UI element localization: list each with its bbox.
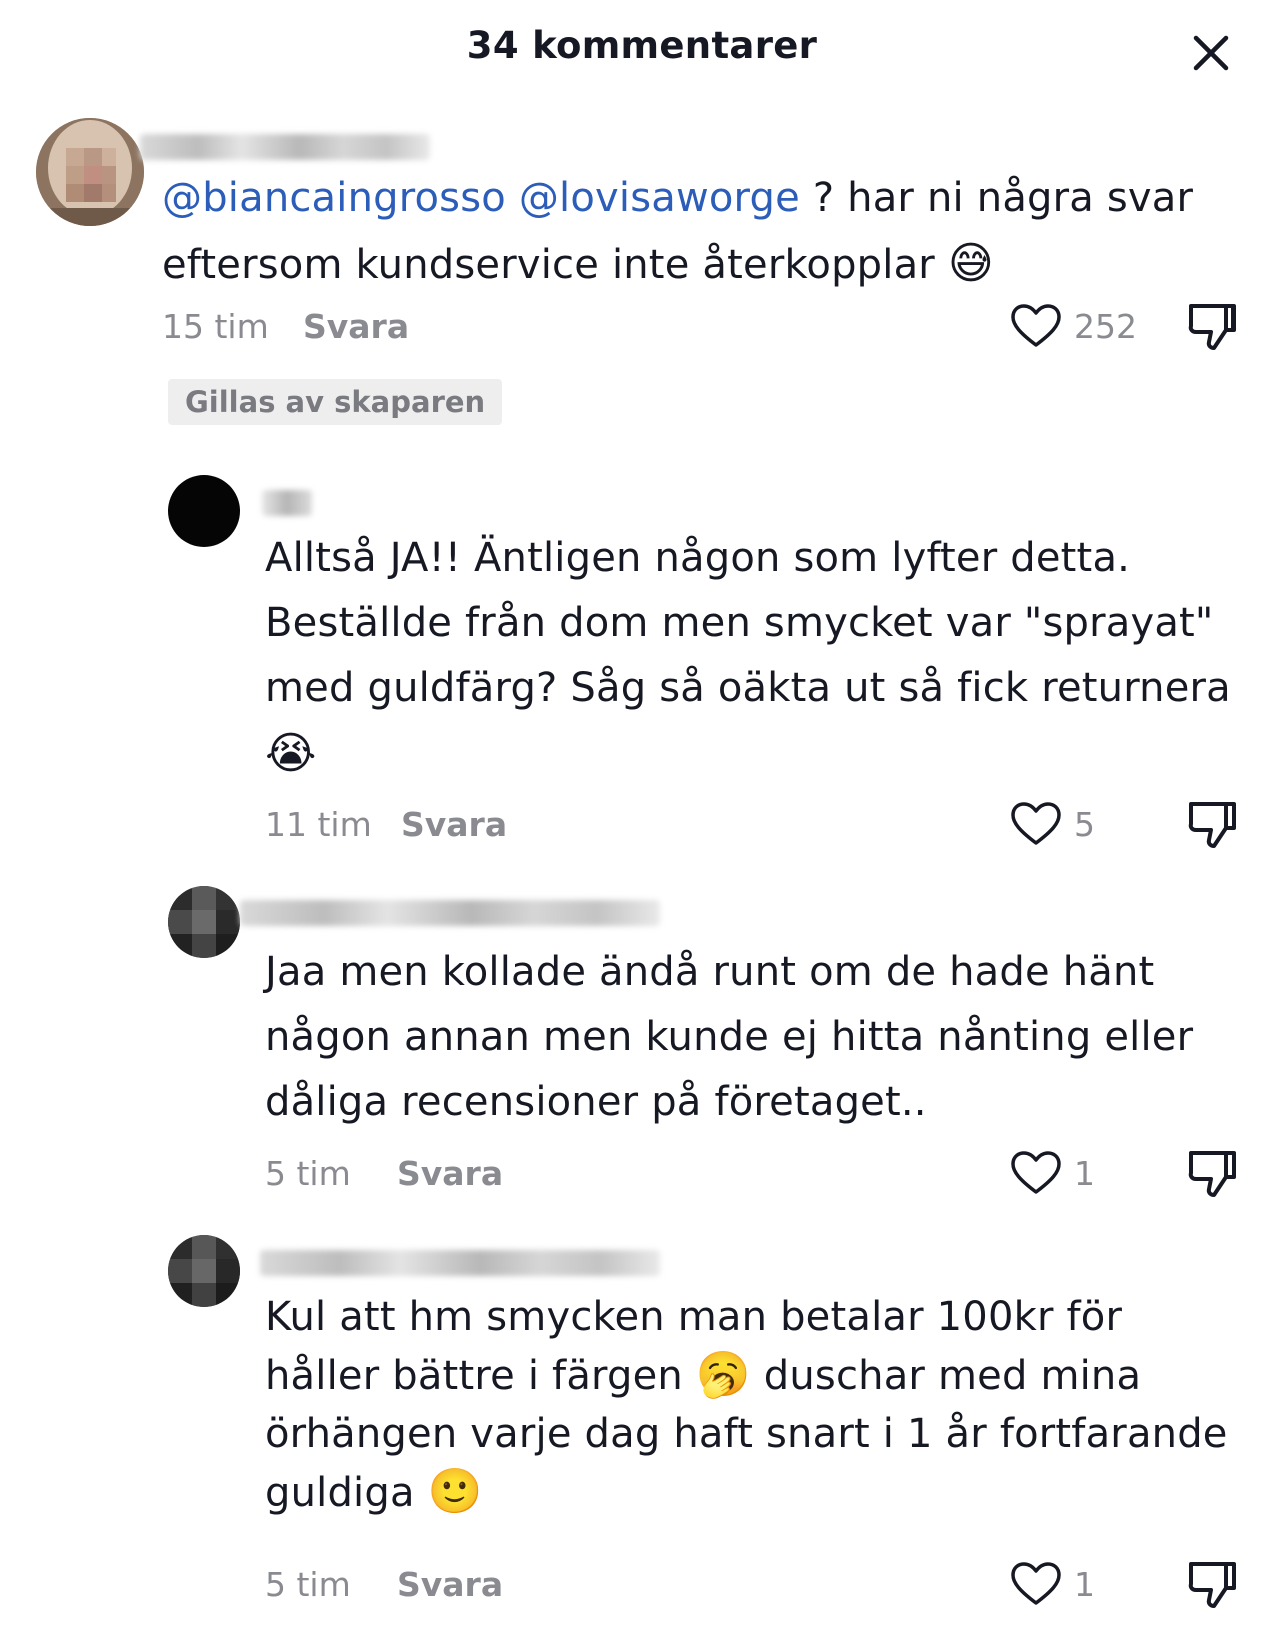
mention-link[interactable]: @biancaingrosso [162, 175, 506, 221]
like-button[interactable]: 1 [1010, 1558, 1095, 1610]
comment-meta: 15 tim Svara [162, 307, 409, 347]
like-count: 1 [1074, 1564, 1095, 1604]
dislike-button[interactable] [1186, 300, 1238, 352]
comment-time: 11 tim [265, 805, 372, 844]
comment-text: Jaa men kollade ändå runt om de hade hän… [265, 940, 1255, 1135]
comment-text: Alltså JA!! Äntligen någon som lyfter de… [265, 526, 1265, 788]
comment-meta: 5 tim Svara [265, 1565, 503, 1605]
comment-body: Kul att hm smycken man betalar 100kr för [265, 1294, 1123, 1340]
like-count: 252 [1074, 306, 1137, 346]
thumbs-down-icon [1188, 1562, 1236, 1608]
heart-outline-icon [1011, 304, 1061, 347]
mention-link[interactable]: @lovisaworge [519, 175, 800, 221]
thumbs-down-icon [1188, 304, 1236, 350]
emoji: 🙂 [427, 1466, 483, 1517]
avatar[interactable] [36, 118, 144, 226]
username-blurred[interactable] [260, 1250, 660, 1276]
comment-text: @biancaingrosso @lovisaworge ? har ni nå… [162, 166, 1232, 298]
heart-outline-icon [1011, 802, 1061, 845]
reply-button[interactable]: Svara [397, 1565, 503, 1605]
comment-text: Kul att hm smycken man betalar 100kr för… [265, 1288, 1265, 1522]
reply-button[interactable]: Svara [397, 1154, 503, 1194]
avatar[interactable] [168, 886, 240, 958]
dislike-button[interactable] [1186, 798, 1238, 850]
emoji: 😭 [265, 728, 317, 779]
comment-meta: 5 tim Svara [265, 1154, 503, 1194]
comment-time: 15 tim [162, 307, 269, 346]
reply-button[interactable]: Svara [401, 805, 507, 845]
like-button[interactable]: 252 [1010, 300, 1137, 352]
thumbs-down-icon [1188, 1151, 1236, 1197]
username-blurred[interactable] [140, 134, 430, 160]
emoji: 😅 [947, 238, 994, 289]
comment-time: 5 tim [265, 1565, 351, 1604]
avatar[interactable] [168, 475, 240, 547]
reply-button[interactable]: Svara [303, 307, 409, 347]
comment-meta: 11 tim Svara [265, 805, 507, 845]
heart-outline-icon [1011, 1151, 1061, 1194]
emoji: 🥱 [695, 1349, 751, 1400]
comment-body: örhängen varje dag haft snart i 1 år for… [265, 1411, 1228, 1457]
comments-count-title: 34 kommentarer [466, 24, 818, 67]
comment-body: duschar med mina [750, 1353, 1142, 1399]
username-blurred[interactable] [262, 490, 312, 516]
heart-outline-icon [1011, 1562, 1061, 1605]
comment-time: 5 tim [265, 1154, 351, 1193]
dislike-button[interactable] [1186, 1147, 1238, 1199]
thumbs-down-icon [1188, 802, 1236, 848]
like-count: 5 [1074, 804, 1095, 844]
comment-body: Alltså JA!! Äntligen någon som lyfter de… [265, 535, 1231, 711]
username-blurred[interactable] [240, 900, 660, 926]
comment-body: håller bättre i färgen [265, 1353, 696, 1399]
comments-header: 34 kommentarer [0, 0, 1284, 100]
comment-body: guldiga [265, 1470, 428, 1516]
liked-by-creator-badge: Gillas av skaparen [168, 379, 503, 425]
dislike-button[interactable] [1186, 1558, 1238, 1610]
avatar[interactable] [168, 1235, 240, 1307]
close-button[interactable] [1188, 30, 1234, 76]
like-count: 1 [1074, 1153, 1095, 1193]
close-icon [1193, 35, 1229, 71]
comment-body: Jaa men kollade ändå runt om de hade hän… [265, 949, 1194, 1125]
like-button[interactable]: 5 [1010, 798, 1095, 850]
like-button[interactable]: 1 [1010, 1147, 1095, 1199]
